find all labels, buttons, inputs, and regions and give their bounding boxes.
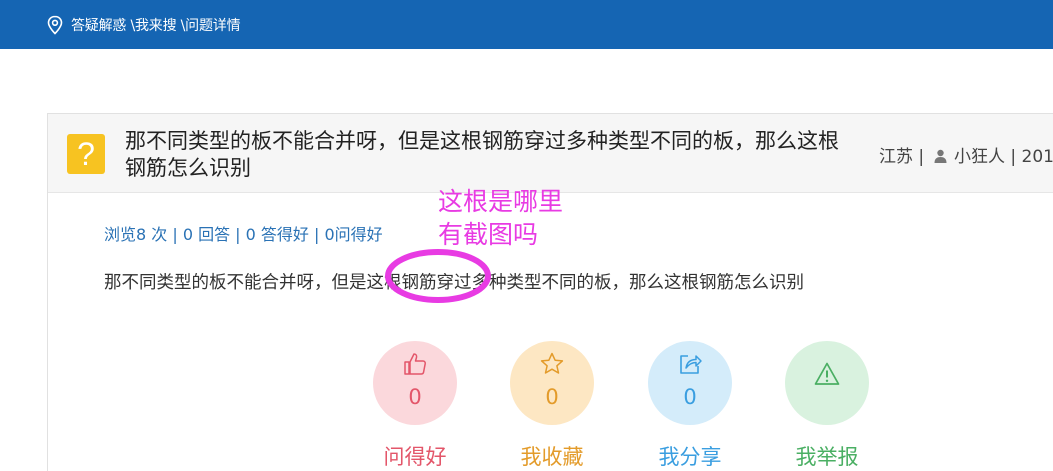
favorite-circle[interactable]: 0 (510, 341, 594, 425)
markup-annotation: 这根是哪里 有截图吗 (438, 185, 563, 251)
report-circle[interactable] (785, 341, 869, 425)
location-pin-icon (47, 15, 63, 35)
share-icon (680, 355, 702, 374)
share-count: 0 (683, 385, 697, 409)
question-header: ? 那不同类型的板不能合并呀，但是这根钢筋穿过多种类型不同的板，那么这根钢筋怎么… (48, 114, 1053, 193)
question-card: ? 那不同类型的板不能合并呀，但是这根钢筋穿过多种类型不同的板，那么这根钢筋怎么… (47, 113, 1053, 471)
thumbs-up-icon (404, 353, 426, 375)
breadcrumb: 答疑解惑 \我来搜 \问题详情 (71, 15, 241, 35)
question-mark-icon: ? (67, 134, 105, 174)
like-label[interactable]: 问得好 (367, 441, 463, 471)
warning-icon (814, 362, 840, 385)
star-icon (540, 352, 564, 374)
like-count: 0 (408, 385, 422, 409)
like-circle[interactable]: 0 (373, 341, 457, 425)
date-text: 2018 (1021, 147, 1053, 167)
top-bar: 答疑解惑 \我来搜 \问题详情 (0, 0, 1053, 49)
breadcrumb-item-detail[interactable]: \问题详情 (181, 18, 241, 34)
question-meta: 江苏 | 小狂人 | 2018 (879, 142, 1053, 167)
report-button[interactable]: 我举报 (779, 341, 875, 471)
annotation-line-1: 这根是哪里 (438, 187, 564, 216)
breadcrumb-item-search[interactable]: \我来搜 (130, 18, 176, 34)
favorite-button[interactable]: 0 我收藏 (504, 341, 600, 471)
breadcrumb-item-faq[interactable]: 答疑解惑 (71, 18, 126, 34)
share-label[interactable]: 我分享 (642, 441, 738, 471)
region-text: 江苏 (879, 147, 913, 167)
markup-ellipse (385, 249, 491, 303)
favorite-count: 0 (545, 385, 559, 409)
meta-separator: | (1010, 147, 1017, 167)
share-circle[interactable]: 0 (648, 341, 732, 425)
share-button[interactable]: 0 我分享 (642, 341, 738, 471)
meta-separator: | (918, 147, 925, 167)
like-button[interactable]: 0 问得好 (367, 341, 463, 471)
favorite-label[interactable]: 我收藏 (504, 441, 600, 471)
user-icon (934, 149, 947, 163)
page-title: 那不同类型的板不能合并呀，但是这根钢筋穿过多种类型不同的板，那么这根钢筋怎么识别 (125, 129, 839, 180)
report-label[interactable]: 我举报 (779, 441, 875, 471)
question-stats: 浏览8 次 | 0 回答 | 0 答得好 | 0问得好 (104, 225, 383, 244)
username-link[interactable]: 小狂人 (954, 147, 1005, 167)
